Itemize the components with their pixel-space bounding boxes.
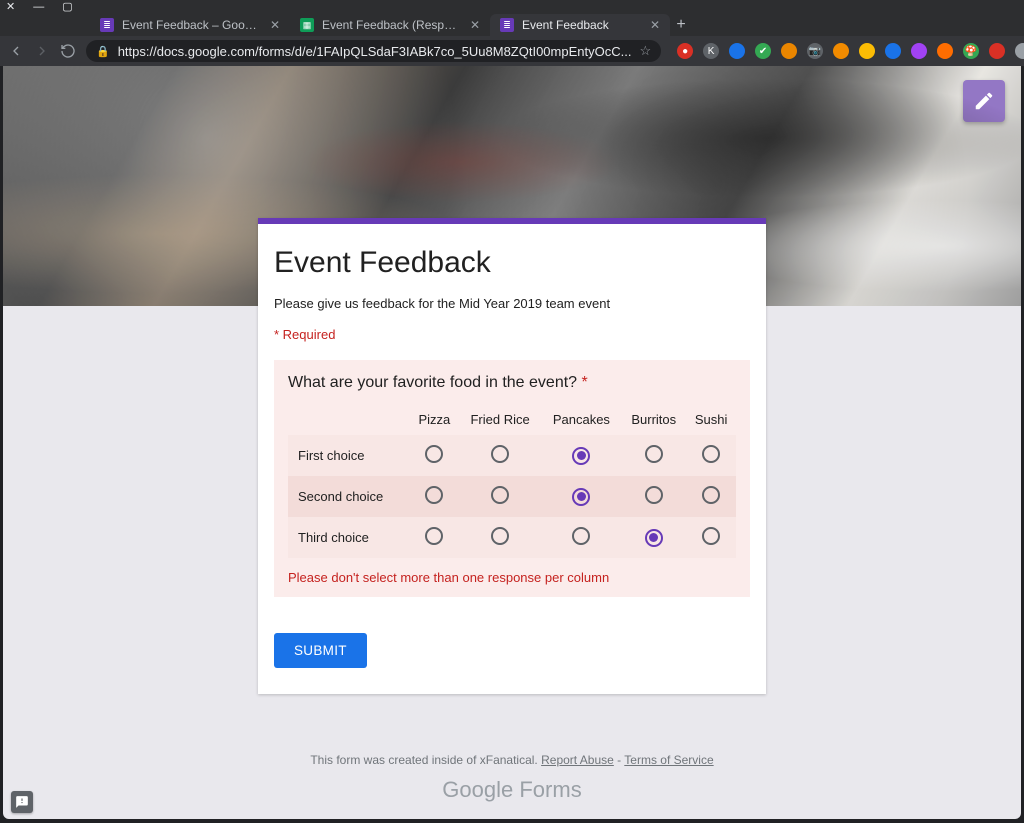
- radio-grid: Pizza Fried Rice Pancakes Burritos Sushi…: [288, 404, 736, 558]
- bookmark-star-icon[interactable]: ☆: [639, 43, 651, 59]
- grid-col-header: Fried Rice: [459, 404, 542, 435]
- sheets-favicon-icon: ▦: [300, 18, 314, 32]
- grid-row-label: Second choice: [288, 476, 410, 517]
- grid-col-header: Burritos: [621, 404, 686, 435]
- grid-radio[interactable]: [645, 486, 663, 504]
- feedback-button[interactable]: [11, 791, 33, 813]
- extension-icon[interactable]: ●: [677, 43, 693, 59]
- extensions-row: ● K ✔ 📷 🍄 ☺ ⋮: [677, 41, 1024, 61]
- question-block: What are your favorite food in the event…: [274, 360, 750, 597]
- close-icon[interactable]: ✕: [470, 18, 480, 32]
- grid-row: Second choice: [288, 476, 736, 517]
- extension-icon[interactable]: 🍄: [963, 43, 979, 59]
- extension-icon[interactable]: ✔: [755, 43, 771, 59]
- grid-radio[interactable]: [645, 445, 663, 463]
- form-description: Please give us feedback for the Mid Year…: [274, 296, 750, 311]
- grid-radio[interactable]: [491, 527, 509, 545]
- grid-row: Third choice: [288, 517, 736, 558]
- grid-radio[interactable]: [702, 527, 720, 545]
- grid-radio[interactable]: [425, 445, 443, 463]
- tab-forms-edit[interactable]: ≣ Event Feedback – Google Forms ✕: [90, 14, 290, 36]
- extension-icon[interactable]: [885, 43, 901, 59]
- extension-icon[interactable]: [1015, 43, 1024, 59]
- extension-icon[interactable]: [937, 43, 953, 59]
- edit-form-button[interactable]: [963, 80, 1005, 122]
- grid-radio[interactable]: [572, 488, 590, 506]
- grid-row: First choice: [288, 435, 736, 476]
- page-viewport: Event Feedback Please give us feedback f…: [3, 66, 1021, 819]
- tab-sheets-responses[interactable]: ▦ Event Feedback (Responses) - G ✕: [290, 14, 490, 36]
- tab-label: Event Feedback – Google Forms: [122, 18, 262, 32]
- extension-icon[interactable]: [859, 43, 875, 59]
- tab-label: Event Feedback: [522, 18, 642, 32]
- extension-icon[interactable]: [989, 43, 1005, 59]
- grid-radio[interactable]: [491, 486, 509, 504]
- grid-radio[interactable]: [491, 445, 509, 463]
- extension-icon[interactable]: K: [703, 43, 719, 59]
- required-asterisk: *: [582, 374, 588, 391]
- close-icon[interactable]: ✕: [270, 18, 280, 32]
- grid-col-header: Pizza: [410, 404, 459, 435]
- form-title: Event Feedback: [274, 246, 750, 280]
- required-note: * Required: [274, 327, 750, 342]
- grid-radio[interactable]: [572, 527, 590, 545]
- reload-button[interactable]: [60, 42, 76, 60]
- grid-row-label: Third choice: [288, 517, 410, 558]
- grid-col-header: Sushi: [686, 404, 736, 435]
- footer-text: This form was created inside of xFanatic…: [310, 753, 541, 767]
- window-titlebar: ✕ — ▢: [0, 0, 1024, 14]
- close-icon[interactable]: ✕: [650, 18, 660, 32]
- grid-radio[interactable]: [572, 447, 590, 465]
- question-title: What are your favorite food in the event…: [288, 374, 736, 392]
- back-button[interactable]: [8, 42, 24, 60]
- grid-radio[interactable]: [425, 527, 443, 545]
- grid-row-label: First choice: [288, 435, 410, 476]
- terms-link[interactable]: Terms of Service: [624, 753, 713, 767]
- grid-radio[interactable]: [425, 486, 443, 504]
- grid-col-header: Pancakes: [541, 404, 621, 435]
- browser-toolbar: 🔒 https://docs.google.com/forms/d/e/1FAI…: [0, 36, 1024, 66]
- tabstrip: ≣ Event Feedback – Google Forms ✕ ▦ Even…: [0, 14, 1024, 36]
- form-footer: This form was created inside of xFanatic…: [3, 753, 1021, 803]
- forward-button[interactable]: [34, 42, 50, 60]
- submit-button[interactable]: SUBMIT: [274, 633, 367, 668]
- google-forms-logo[interactable]: Google Forms: [3, 777, 1021, 803]
- extension-icon[interactable]: [833, 43, 849, 59]
- extension-icon[interactable]: 📷: [807, 43, 823, 59]
- extension-icon[interactable]: [911, 43, 927, 59]
- grid-radio[interactable]: [702, 445, 720, 463]
- tab-label: Event Feedback (Responses) - G: [322, 18, 462, 32]
- extension-icon[interactable]: [729, 43, 745, 59]
- lock-icon: 🔒: [96, 45, 110, 58]
- window-maximize-icon[interactable]: ▢: [62, 2, 72, 13]
- question-error: Please don't select more than one respon…: [288, 570, 736, 585]
- address-bar[interactable]: 🔒 https://docs.google.com/forms/d/e/1FAI…: [86, 40, 661, 62]
- forms-favicon-icon: ≣: [100, 18, 114, 32]
- grid-radio[interactable]: [702, 486, 720, 504]
- forms-favicon-icon: ≣: [500, 18, 514, 32]
- new-tab-button[interactable]: +: [670, 14, 692, 36]
- grid-radio[interactable]: [645, 529, 663, 547]
- window-close-icon[interactable]: ✕: [6, 2, 15, 13]
- extension-icon[interactable]: [781, 43, 797, 59]
- tab-form-view[interactable]: ≣ Event Feedback ✕: [490, 14, 670, 36]
- form-card: Event Feedback Please give us feedback f…: [258, 218, 766, 694]
- window-minimize-icon[interactable]: —: [33, 2, 44, 13]
- url-text: https://docs.google.com/forms/d/e/1FAIpQ…: [118, 44, 632, 59]
- report-abuse-link[interactable]: Report Abuse: [541, 753, 614, 767]
